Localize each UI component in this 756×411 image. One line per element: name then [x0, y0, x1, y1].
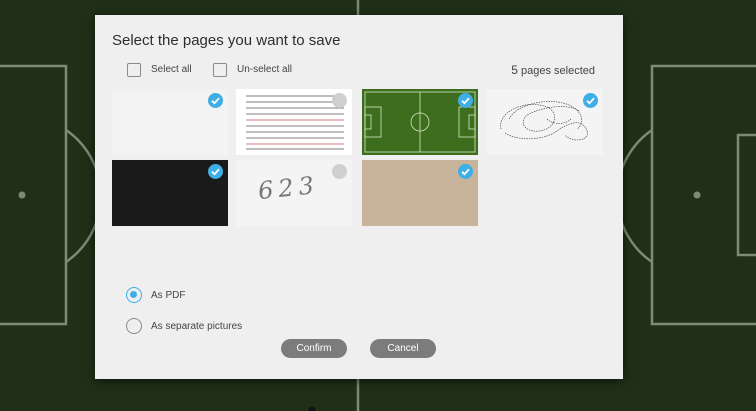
page-thumbnail-handwritten-623[interactable]: 623 [236, 160, 352, 226]
unchecked-icon[interactable] [332, 93, 347, 108]
page-thumbnail-blank-white[interactable] [112, 89, 228, 155]
select-all-label[interactable]: Select all [151, 64, 192, 75]
check-icon[interactable] [458, 93, 473, 108]
check-icon[interactable] [583, 93, 598, 108]
page-thumbnail-scribble-drawing[interactable] [487, 89, 603, 155]
page-thumbnail-soccer-field[interactable] [362, 89, 478, 155]
dialog-title: Select the pages you want to save [112, 32, 341, 49]
check-icon[interactable] [458, 164, 473, 179]
confirm-button[interactable]: Confirm [281, 339, 347, 358]
as-pdf-radio[interactable] [126, 287, 142, 303]
page-thumbnail-lined-paper[interactable] [236, 89, 352, 155]
cancel-button[interactable]: Cancel [370, 339, 436, 358]
selected-count-text: 5 pages selected [511, 63, 595, 77]
selected-count: 5 [511, 63, 518, 77]
page-thumbnail-tan-page[interactable] [362, 160, 478, 226]
unchecked-icon[interactable] [332, 164, 347, 179]
as-pictures-label[interactable]: As separate pictures [151, 321, 242, 332]
check-icon[interactable] [208, 164, 223, 179]
unselect-all-label[interactable]: Un-select all [237, 64, 292, 75]
as-pictures-radio[interactable] [126, 318, 142, 334]
as-pdf-label[interactable]: As PDF [151, 290, 185, 301]
handwritten-text: 623 [256, 170, 321, 206]
save-pages-dialog: Select the pages you want to save Select… [95, 15, 623, 379]
check-icon[interactable] [208, 93, 223, 108]
select-all-checkbox[interactable] [127, 63, 141, 77]
page-thumbnail-black-page[interactable] [112, 160, 228, 226]
unselect-all-checkbox[interactable] [213, 63, 227, 77]
selected-count-suffix: pages selected [521, 65, 595, 77]
